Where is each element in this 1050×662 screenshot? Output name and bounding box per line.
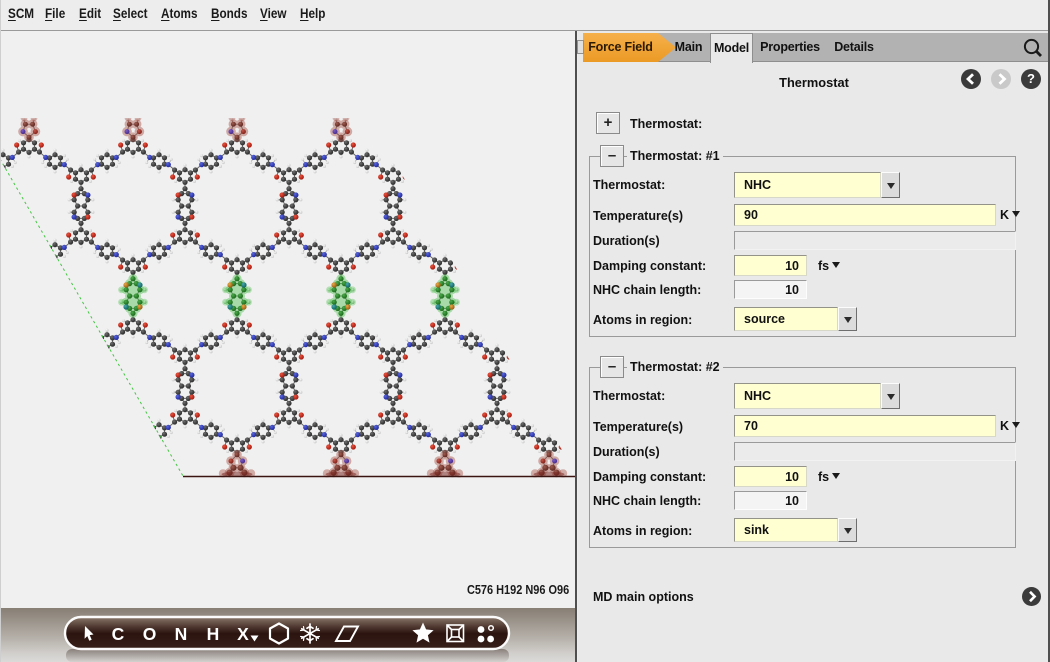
svg-text:H: H [207,624,220,644]
svg-text:X: X [237,624,249,644]
svg-text:O: O [143,624,157,644]
svg-text:C: C [112,624,125,644]
svg-text:N: N [175,624,188,644]
